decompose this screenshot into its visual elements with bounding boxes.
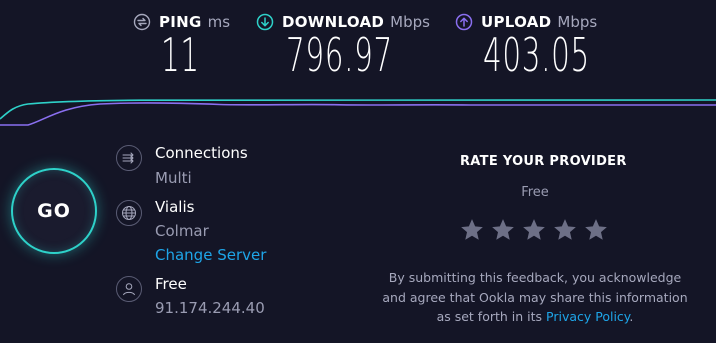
connections-value: Multi <box>155 169 192 187</box>
star-icon-5[interactable] <box>583 217 609 243</box>
download-arrow-icon <box>256 13 274 31</box>
globe-icon <box>116 200 142 226</box>
download-speed-line <box>0 99 716 120</box>
upload-speed-line <box>0 102 716 126</box>
ping-icon <box>133 13 151 31</box>
ping-metric: PING ms 11 <box>133 0 243 90</box>
star-icon-4[interactable] <box>552 217 578 243</box>
star-icon-1[interactable] <box>459 217 485 243</box>
disclaimer-end: . <box>629 309 634 324</box>
rate-provider-title: RATE YOUR PROVIDER <box>460 154 627 169</box>
ping-unit: ms <box>207 13 231 31</box>
provider-name: Free <box>155 275 187 293</box>
connections-title: Connections <box>155 144 248 162</box>
upload-metric: UPLOAD Mbps 403.05 <box>455 0 615 90</box>
go-button[interactable]: GO <box>11 168 97 254</box>
ping-value: 11 <box>161 28 200 82</box>
download-unit: Mbps <box>390 13 430 31</box>
download-metric: DOWNLOAD Mbps 796.97 <box>256 0 430 90</box>
connections-icon <box>116 145 142 171</box>
user-icon <box>116 276 142 302</box>
server-location: Colmar <box>155 222 209 240</box>
privacy-policy-link[interactable]: Privacy Policy <box>546 309 629 324</box>
server-name: Vialis <box>155 198 195 216</box>
upload-value: 403.05 <box>483 28 590 82</box>
download-value: 796.97 <box>286 28 393 82</box>
disclaimer-text: By submitting this feedback, you acknowl… <box>382 270 688 324</box>
change-server-link[interactable]: Change Server <box>155 246 266 264</box>
star-rating <box>459 217 614 243</box>
rate-provider-name: Free <box>521 185 549 200</box>
star-icon-3[interactable] <box>521 217 547 243</box>
speedtest-result-panel: PING ms 11 DOWNLOAD Mbps 796.97 UPLOAD M… <box>0 0 716 343</box>
star-icon-2[interactable] <box>490 217 516 243</box>
feedback-disclaimer: By submitting this feedback, you acknowl… <box>378 268 692 327</box>
upload-arrow-icon <box>455 13 473 31</box>
provider-ip: 91.174.244.40 <box>155 299 265 317</box>
speed-graph <box>0 99 716 126</box>
